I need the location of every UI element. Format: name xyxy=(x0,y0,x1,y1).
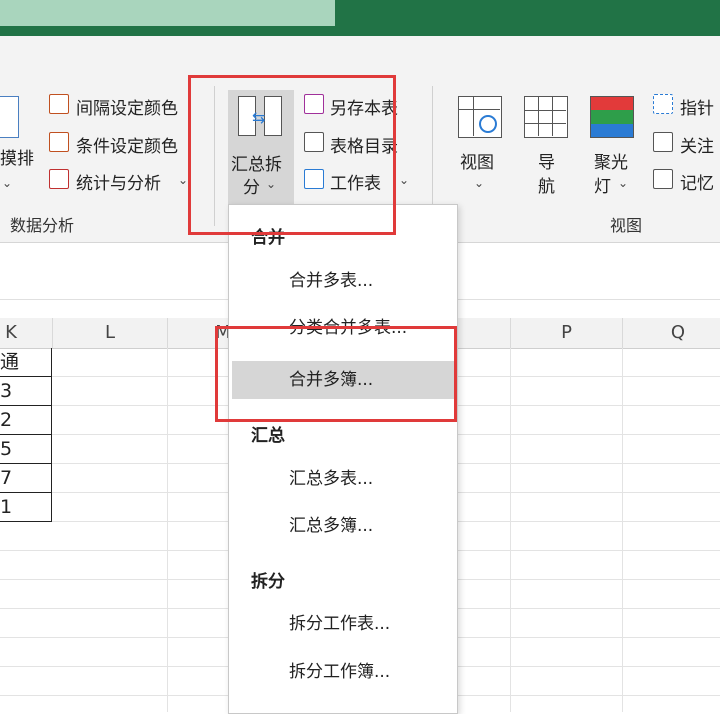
view-icon xyxy=(458,96,502,138)
summary-split-dropdown-menu: 合并 合并多表... 分类合并多表... 合并多簿... 汇总 汇总多表... … xyxy=(228,204,458,714)
chevron-down-icon[interactable]: ⌄ xyxy=(618,176,628,190)
menu-item-merge-sheets[interactable]: 合并多表... xyxy=(229,262,457,300)
menu-item-summary-sheets[interactable]: 汇总多表... xyxy=(229,460,457,498)
stats-analysis-button[interactable]: 统计与分析 xyxy=(76,169,161,194)
chevron-down-icon[interactable]: ⌄ xyxy=(2,176,12,190)
highlight-box-ribbon xyxy=(188,75,396,235)
focus-button[interactable]: 关注 xyxy=(680,132,714,157)
title-bar xyxy=(0,0,720,36)
sort-icon[interactable] xyxy=(0,96,19,138)
memory-icon xyxy=(653,169,673,189)
sort-button-label[interactable]: 摸排 xyxy=(0,144,34,169)
navigation-icon xyxy=(524,96,568,138)
menu-item-label: 汇总多簿... xyxy=(289,516,374,536)
cell-k-header[interactable]: 通 xyxy=(0,348,52,377)
navigation-label-line1[interactable]: 导 xyxy=(538,148,555,173)
column-header-q[interactable]: Q xyxy=(623,318,720,348)
spotlight-label-line2[interactable]: 灯 xyxy=(594,172,611,197)
menu-item-label: 汇总多表... xyxy=(289,469,374,489)
cell-k-value[interactable]: 3 xyxy=(0,377,52,406)
menu-section-split: 拆分 xyxy=(251,572,285,592)
highlight-box-menu-item xyxy=(215,326,457,422)
navigation-label-line2[interactable]: 航 xyxy=(538,172,555,197)
spotlight-label-line1[interactable]: 聚光 xyxy=(594,148,628,173)
view-button-label[interactable]: 视图 xyxy=(460,148,494,173)
menu-item-split-workbook[interactable]: 拆分工作簿... xyxy=(229,653,457,691)
chevron-down-icon[interactable]: ⌄ xyxy=(399,173,409,187)
grid-line xyxy=(622,348,623,712)
menu-item-label: 合并多表... xyxy=(289,271,374,291)
menu-item-label: 拆分工作簿... xyxy=(289,662,391,682)
interval-color-button[interactable]: 间隔设定颜色 xyxy=(76,94,178,119)
chevron-down-icon[interactable]: ⌄ xyxy=(474,176,484,190)
interval-color-icon xyxy=(49,94,69,114)
grid-line xyxy=(167,348,168,712)
spotlight-icon xyxy=(590,96,634,138)
stats-analysis-icon xyxy=(49,169,69,189)
chevron-down-icon[interactable]: ⌄ xyxy=(178,173,188,187)
pointer-button[interactable]: 指针 xyxy=(680,94,714,119)
menu-section-summary: 汇总 xyxy=(251,426,285,446)
menu-item-label: 拆分工作表... xyxy=(289,614,391,634)
pointer-icon xyxy=(653,94,673,114)
cell-k-value[interactable]: 1 xyxy=(0,493,52,522)
cell-k-value[interactable]: 5 xyxy=(0,435,52,464)
menu-item-summary-workbooks[interactable]: 汇总多簿... xyxy=(229,507,457,545)
grid-line xyxy=(510,348,511,712)
group-label-data-analysis: 数据分析 xyxy=(10,216,75,235)
cell-k-value[interactable]: 2 xyxy=(0,406,52,435)
active-tab-strip[interactable] xyxy=(0,0,335,26)
column-header-l[interactable]: L xyxy=(53,318,168,348)
focus-icon xyxy=(653,132,673,152)
condition-color-icon xyxy=(49,132,69,152)
column-header-k[interactable]: K xyxy=(0,318,53,348)
column-header-p[interactable]: P xyxy=(511,318,623,348)
menu-item-split-worksheet[interactable]: 拆分工作表... xyxy=(229,605,457,643)
cell-k-value[interactable]: 7 xyxy=(0,464,52,493)
condition-color-button[interactable]: 条件设定颜色 xyxy=(76,132,178,157)
memory-button[interactable]: 记忆 xyxy=(680,169,714,194)
group-label-view: 视图 xyxy=(610,216,643,235)
